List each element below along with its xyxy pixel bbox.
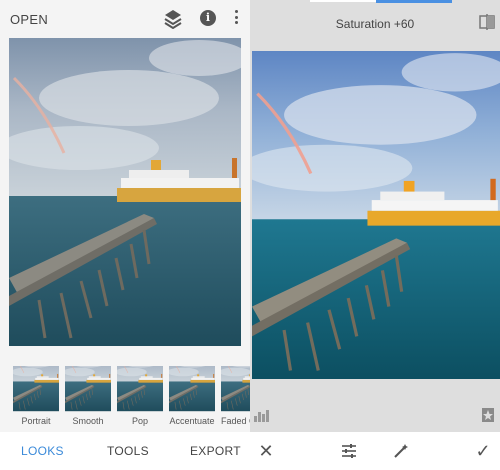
edited-photo <box>252 51 500 379</box>
adjustment-label: Saturation +60 <box>335 17 415 31</box>
look-label: Accentuate <box>169 416 215 426</box>
auto-wand-icon[interactable] <box>393 443 409 459</box>
more-vert-icon[interactable] <box>233 10 239 26</box>
look-item[interactable]: Accentuate <box>169 366 215 426</box>
look-item[interactable]: Smooth <box>65 366 111 426</box>
close-icon[interactable]: ✕ <box>258 442 274 460</box>
tab-export[interactable]: EXPORT <box>190 444 241 458</box>
looks-carousel[interactable]: Portrait Smooth Pop Accentuate Faded Glo… <box>0 352 250 432</box>
look-item[interactable]: Pop <box>117 366 163 426</box>
open-button[interactable]: OPEN <box>10 12 48 27</box>
photo-preview <box>9 38 241 346</box>
look-label: Faded Glow <box>221 416 250 426</box>
tab-looks[interactable]: LOOKS <box>21 444 64 458</box>
look-item[interactable]: Portrait <box>13 366 59 426</box>
editor-action-bar: ✕ ✓ <box>250 432 500 470</box>
tab-tools[interactable]: TOOLS <box>107 444 149 458</box>
look-thumbnail <box>221 366 250 412</box>
adjust-sliders-icon[interactable] <box>341 443 357 459</box>
compare-icon[interactable] <box>479 14 495 30</box>
style-icon[interactable] <box>482 408 494 422</box>
info-icon[interactable]: i <box>200 10 216 26</box>
look-label: Pop <box>131 416 148 426</box>
look-thumbnail <box>117 366 163 412</box>
top-bar: OPEN i <box>0 0 250 38</box>
bottom-tabs: LOOKS TOOLS EXPORT <box>0 432 250 470</box>
look-thumbnail <box>65 366 111 412</box>
histogram-icon[interactable] <box>254 410 270 422</box>
left-screen: OPEN i Portrait Smooth Pop Accentuate Fa… <box>0 0 250 470</box>
look-label: Portrait <box>21 416 51 426</box>
look-thumbnail <box>169 366 215 412</box>
look-thumbnail <box>13 366 59 412</box>
adjustment-slider[interactable] <box>250 0 500 4</box>
look-item[interactable]: Faded Glow <box>221 366 250 426</box>
slider-fill <box>376 0 452 3</box>
layers-icon[interactable] <box>164 9 182 29</box>
look-label: Smooth <box>72 416 104 426</box>
check-icon[interactable]: ✓ <box>475 442 491 460</box>
